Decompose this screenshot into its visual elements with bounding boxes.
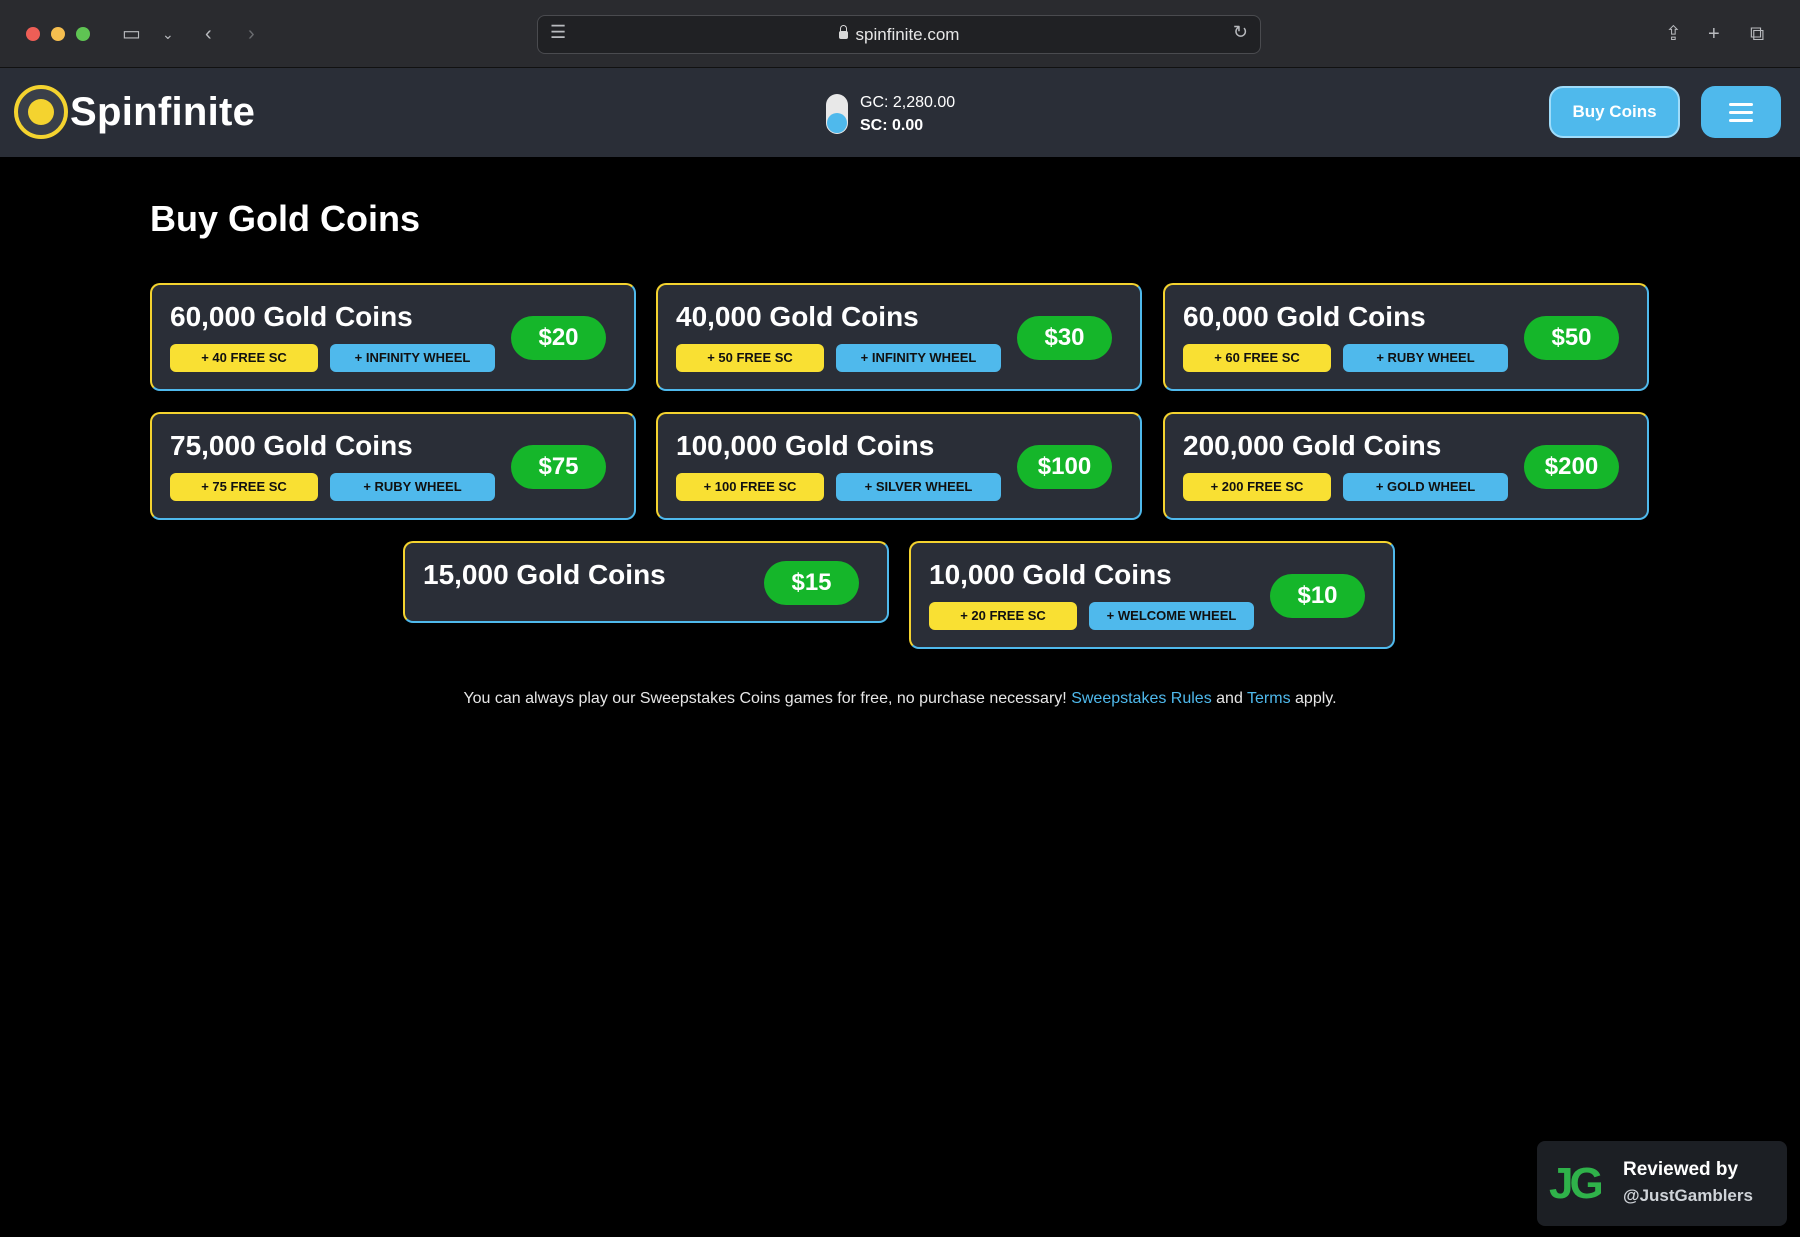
price-button[interactable]: $20 xyxy=(511,316,606,360)
review-line-1: Reviewed by xyxy=(1623,1159,1739,1180)
package-card[interactable]: 10,000 Gold Coins + 20 FREE SC + WELCOME… xyxy=(909,541,1395,649)
lock-icon xyxy=(838,25,848,39)
package-card[interactable]: 60,000 Gold Coins + 40 FREE SC + INFINIT… xyxy=(150,283,636,391)
buy-coins-button[interactable]: Buy Coins xyxy=(1549,86,1680,138)
wheel-badge: + RUBY WHEEL xyxy=(1343,344,1508,372)
price-button[interactable]: $200 xyxy=(1524,445,1619,489)
terms-link[interactable]: Terms xyxy=(1247,690,1291,707)
logo-icon xyxy=(14,85,68,139)
notice-and: and xyxy=(1216,690,1243,707)
sweepstakes-rules-link[interactable]: Sweepstakes Rules xyxy=(1071,690,1212,707)
price-button[interactable]: $30 xyxy=(1017,316,1112,360)
package-name: 60,000 Gold Coins xyxy=(1183,301,1426,332)
wheel-badge: + RUBY WHEEL xyxy=(330,473,495,501)
free-sc-badge: + 75 FREE SC xyxy=(170,473,318,501)
review-badge: JG Reviewed by @JustGamblers xyxy=(1537,1141,1787,1226)
new-tab-icon[interactable]: + xyxy=(1708,20,1720,48)
hamburger-line xyxy=(1729,111,1753,114)
forward-icon[interactable]: › xyxy=(248,20,255,48)
close-window-button[interactable] xyxy=(26,27,40,41)
zoom-window-button[interactable] xyxy=(76,27,90,41)
tabs-overview-icon[interactable]: ⧉ xyxy=(1750,20,1764,48)
hamburger-icon xyxy=(1729,103,1753,106)
wheel-badge: + GOLD WHEEL xyxy=(1343,473,1508,501)
package-name: 40,000 Gold Coins xyxy=(676,301,919,332)
package-name: 75,000 Gold Coins xyxy=(170,430,413,461)
currency-toggle[interactable] xyxy=(826,94,848,134)
reload-icon[interactable]: ↻ xyxy=(1233,22,1248,43)
sidebar-icon[interactable]: ▭ xyxy=(122,20,141,48)
package-card[interactable]: 40,000 Gold Coins + 50 FREE SC + INFINIT… xyxy=(656,283,1142,391)
url-text: spinfinite.com xyxy=(855,25,960,44)
package-card[interactable]: 60,000 Gold Coins + 60 FREE SC + RUBY WH… xyxy=(1163,283,1649,391)
package-card[interactable]: 200,000 Gold Coins + 200 FREE SC + GOLD … xyxy=(1163,412,1649,520)
sc-balance: SC: 0.00 xyxy=(860,117,924,134)
balance-display: GC: 2,280.00 SC: 0.00 xyxy=(826,91,955,137)
wheel-badge: + WELCOME WHEEL xyxy=(1089,602,1254,630)
logo-text: Spinfinite xyxy=(70,89,256,134)
free-sc-badge: + 20 FREE SC xyxy=(929,602,1077,630)
free-sc-badge: + 100 FREE SC xyxy=(676,473,824,501)
minimize-window-button[interactable] xyxy=(51,27,65,41)
address-bar[interactable]: ☰ spinfinite.com ↻ xyxy=(537,15,1261,54)
price-button[interactable]: $10 xyxy=(1270,574,1365,618)
package-name: 100,000 Gold Coins xyxy=(676,430,935,461)
justgamblers-logo: JG xyxy=(1549,1159,1604,1208)
gc-balance: GC: 2,280.00 xyxy=(860,94,956,111)
share-icon[interactable]: ⇪ xyxy=(1665,20,1682,48)
back-icon[interactable]: ‹ xyxy=(205,20,212,48)
free-sc-badge: + 200 FREE SC xyxy=(1183,473,1331,501)
free-sc-badge: + 60 FREE SC xyxy=(1183,344,1331,372)
package-name: 10,000 Gold Coins xyxy=(929,559,1172,590)
price-button[interactable]: $100 xyxy=(1017,445,1112,489)
free-play-notice: You can always play our Sweepstakes Coin… xyxy=(0,690,1800,708)
site-logo[interactable]: Spinfinite xyxy=(14,84,255,140)
package-name: 15,000 Gold Coins xyxy=(423,559,666,590)
free-sc-badge: + 40 FREE SC xyxy=(170,344,318,372)
browser-toolbar: ▭ ⌄ ‹ › ☰ spinfinite.com ↻ ⇪ + ⧉ xyxy=(0,0,1800,68)
package-card[interactable]: 100,000 Gold Coins + 100 FREE SC + SILVE… xyxy=(656,412,1142,520)
notice-apply: apply. xyxy=(1295,690,1337,707)
package-name: 200,000 Gold Coins xyxy=(1183,430,1442,461)
site-header: Spinfinite GC: 2,280.00 SC: 0.00 xyxy=(0,68,1800,157)
wheel-badge: + INFINITY WHEEL xyxy=(330,344,495,372)
menu-button[interactable] xyxy=(1701,86,1781,138)
hamburger-line xyxy=(1729,119,1753,122)
wheel-badge: + SILVER WHEEL xyxy=(836,473,1001,501)
package-card[interactable]: 15,000 Gold Coins $15 xyxy=(403,541,889,623)
package-card[interactable]: 75,000 Gold Coins + 75 FREE SC + RUBY WH… xyxy=(150,412,636,520)
chevron-down-icon[interactable]: ⌄ xyxy=(162,20,174,48)
wheel-badge: + INFINITY WHEEL xyxy=(836,344,1001,372)
price-button[interactable]: $15 xyxy=(764,561,859,605)
package-name: 60,000 Gold Coins xyxy=(170,301,413,332)
price-button[interactable]: $50 xyxy=(1524,316,1619,360)
price-button[interactable]: $75 xyxy=(511,445,606,489)
page-title: Buy Gold Coins xyxy=(150,198,420,239)
notice-text: You can always play our Sweepstakes Coin… xyxy=(463,690,1067,707)
free-sc-badge: + 50 FREE SC xyxy=(676,344,824,372)
review-line-2: @JustGamblers xyxy=(1623,1186,1753,1205)
